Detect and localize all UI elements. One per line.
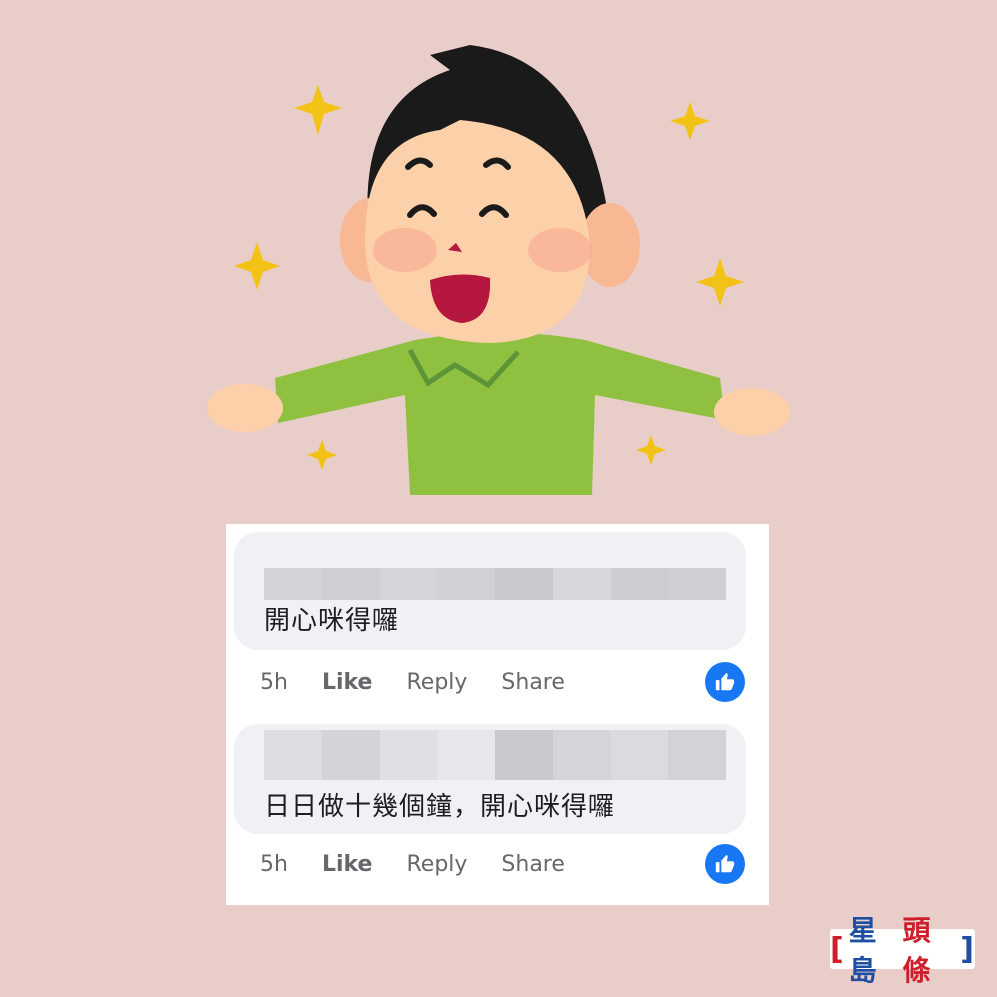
sweater <box>275 332 725 495</box>
blurred-author-name <box>264 568 726 600</box>
sparkle-icon <box>307 440 337 470</box>
sing-tao-headline-logo: [ 星島 頭條 ] <box>830 914 975 987</box>
comment-actions: 5h Like Reply Share <box>260 852 599 877</box>
timestamp: 5h <box>260 852 288 877</box>
share-button[interactable]: Share <box>501 852 565 877</box>
left-cheek <box>373 228 437 272</box>
comment-text: 日日做十幾個鐘，開心咪得囉 <box>264 792 616 822</box>
comment-bubble: 開心咪得囉 <box>234 532 746 650</box>
happy-boy-illustration <box>207 45 790 495</box>
like-button[interactable]: Like <box>322 852 373 877</box>
timestamp: 5h <box>260 670 288 695</box>
blurred-author-name <box>264 730 726 780</box>
sparkle-icon <box>670 102 710 140</box>
share-button[interactable]: Share <box>501 670 565 695</box>
reply-button[interactable]: Reply <box>406 670 467 695</box>
thumbs-up-icon <box>715 672 735 691</box>
sparkle-icon <box>696 258 744 306</box>
left-hand <box>207 384 283 432</box>
logo-bracket-left: [ <box>830 931 845 967</box>
sparkle-icon <box>234 242 280 290</box>
right-cheek <box>528 228 592 272</box>
like-reaction-badge[interactable] <box>705 844 745 884</box>
logo-bracket-right: ] <box>960 931 975 967</box>
logo-text-part2: 頭條 <box>902 914 932 987</box>
thumbs-up-icon <box>715 854 735 873</box>
comment-bubble: 日日做十幾個鐘，開心咪得囉 <box>234 724 746 834</box>
logo-text-part1: 星島 <box>848 914 878 987</box>
comment-actions: 5h Like Reply Share <box>260 670 599 695</box>
reply-button[interactable]: Reply <box>406 852 467 877</box>
comment-text: 開心咪得囉 <box>264 606 400 636</box>
like-reaction-badge[interactable] <box>705 662 745 702</box>
comments-screenshot: 開心咪得囉 5h Like Reply Share 日日做十幾個鐘，開心咪得囉 … <box>226 524 769 905</box>
right-hand <box>714 388 790 436</box>
sparkle-icon <box>294 85 342 135</box>
like-button[interactable]: Like <box>322 670 373 695</box>
sparkle-icon <box>636 435 666 465</box>
